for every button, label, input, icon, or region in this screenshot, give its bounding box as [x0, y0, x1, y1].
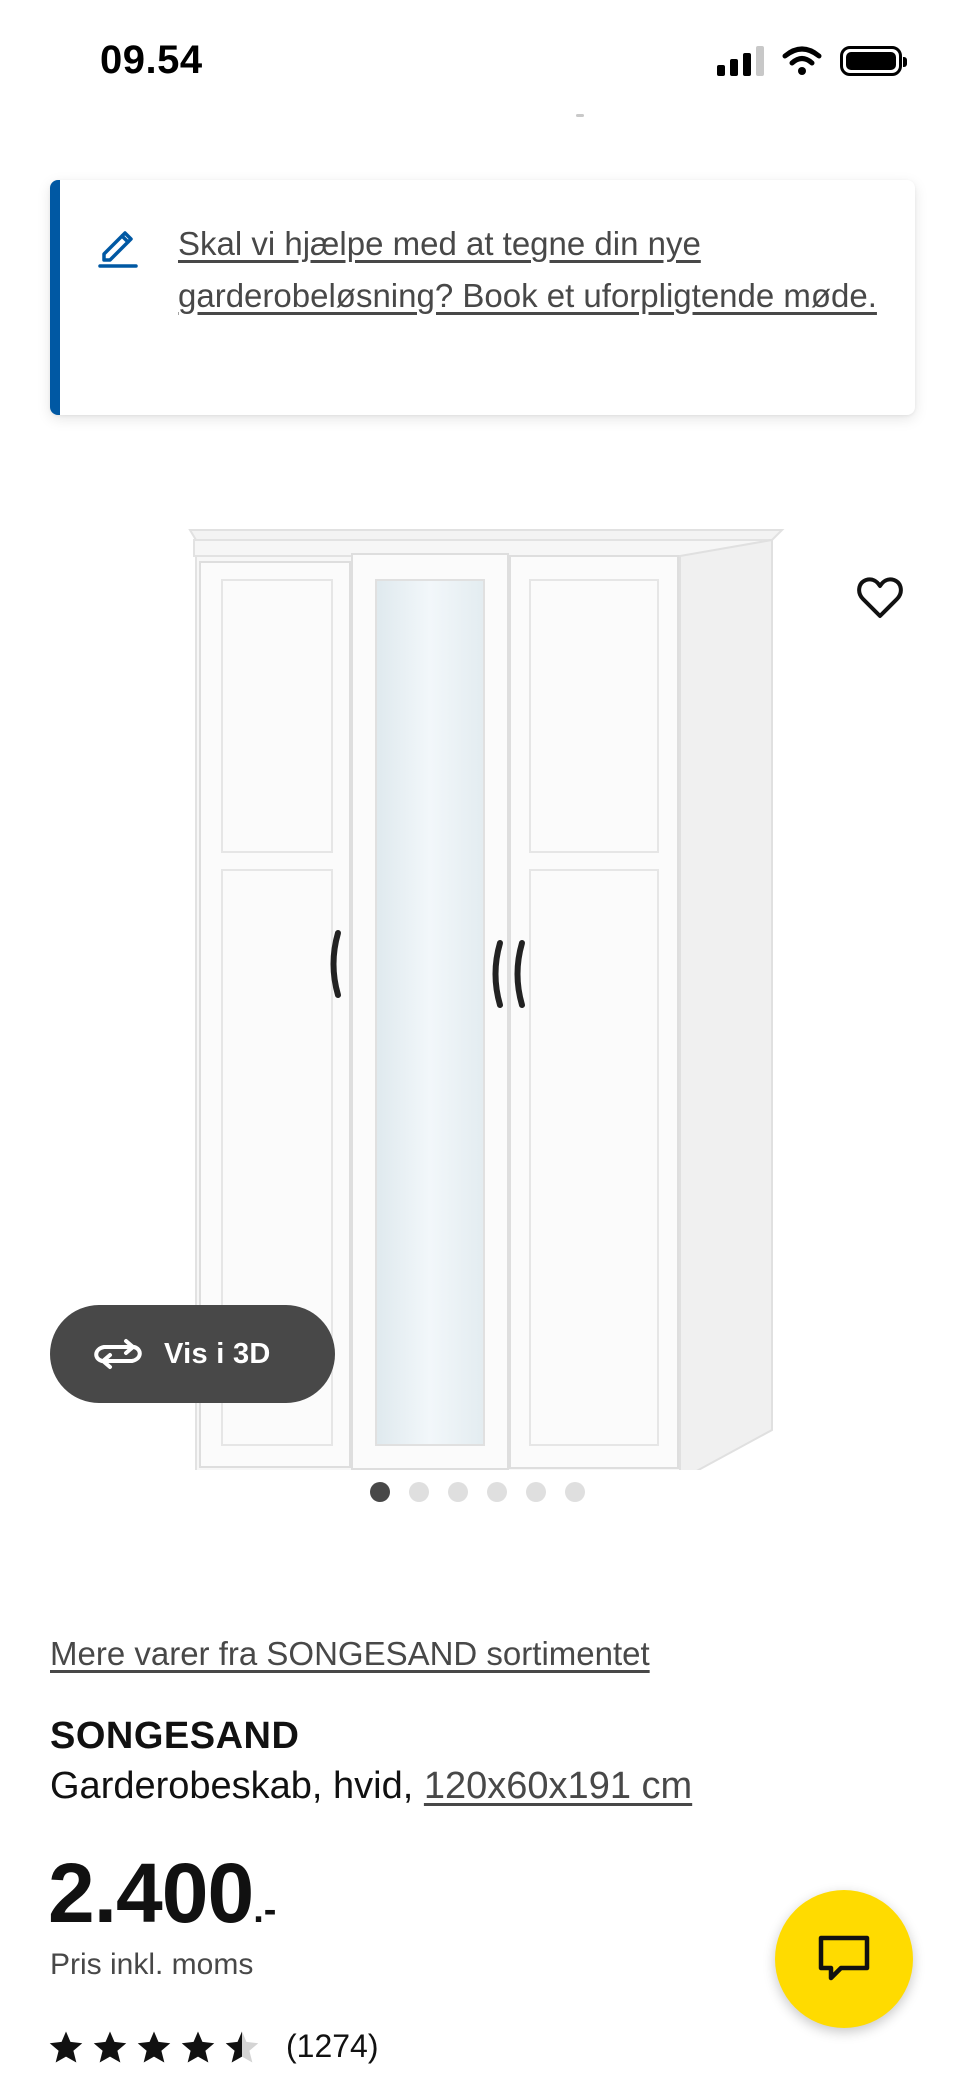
- review-count: (1274): [286, 2028, 379, 2064]
- rotate-icon: [94, 1339, 142, 1369]
- product-type: Garderobeskab, hvid,: [50, 1765, 424, 1807]
- heart-icon: [857, 577, 903, 618]
- battery-icon: [840, 46, 907, 76]
- book-meeting-link[interactable]: Skal vi hjælpe med at tegne din nye gard…: [178, 218, 878, 322]
- rating-stars: [48, 2030, 260, 2064]
- status-bar: 09.54: [0, 0, 960, 110]
- product-size-link[interactable]: 120x60x191 cm: [424, 1765, 692, 1807]
- pagination-dot[interactable]: [487, 1482, 507, 1502]
- rating[interactable]: (1274): [48, 2028, 379, 2065]
- star-icon: [49, 2030, 83, 2063]
- view-in-3d-label: Vis i 3D: [164, 1337, 271, 1370]
- pagination-dot[interactable]: [409, 1482, 429, 1502]
- star-icon: [137, 2030, 171, 2063]
- price-note: Pris inkl. moms: [50, 1948, 254, 1981]
- pagination-dot[interactable]: [448, 1482, 468, 1502]
- status-time: 09.54: [100, 38, 203, 82]
- pagination-dot[interactable]: [370, 1482, 390, 1502]
- chat-icon: [818, 1935, 870, 1981]
- pagination-dot[interactable]: [565, 1482, 585, 1502]
- wishlist-button[interactable]: [840, 558, 920, 638]
- half-star-icon: [225, 2030, 259, 2063]
- signal-icon: [717, 46, 764, 76]
- product-name: SONGESAND: [50, 1715, 300, 1757]
- design-help-banner[interactable]: Skal vi hjælpe med at tegne din nye gard…: [50, 180, 915, 415]
- view-in-3d-button[interactable]: Vis i 3D: [50, 1305, 335, 1403]
- range-link[interactable]: Mere varer fra SONGESAND sortimentet: [50, 1635, 650, 1673]
- price: 2.400.-: [48, 1845, 276, 1942]
- wifi-icon: [782, 46, 822, 75]
- banner-accent: [50, 180, 60, 415]
- status-icons: [717, 46, 907, 76]
- star-icon: [93, 2030, 127, 2063]
- pencil-icon: [98, 231, 138, 268]
- price-value: 2.400: [48, 1846, 254, 1940]
- product-description: Garderobeskab, hvid, 120x60x191 cm: [50, 1765, 692, 1808]
- image-pagination: [370, 1482, 585, 1502]
- price-suffix: .-: [253, 1889, 277, 1931]
- star-icon: [181, 2030, 215, 2063]
- scroll-indicator: [576, 114, 584, 117]
- chat-button[interactable]: [775, 1890, 913, 2028]
- pagination-dot[interactable]: [526, 1482, 546, 1502]
